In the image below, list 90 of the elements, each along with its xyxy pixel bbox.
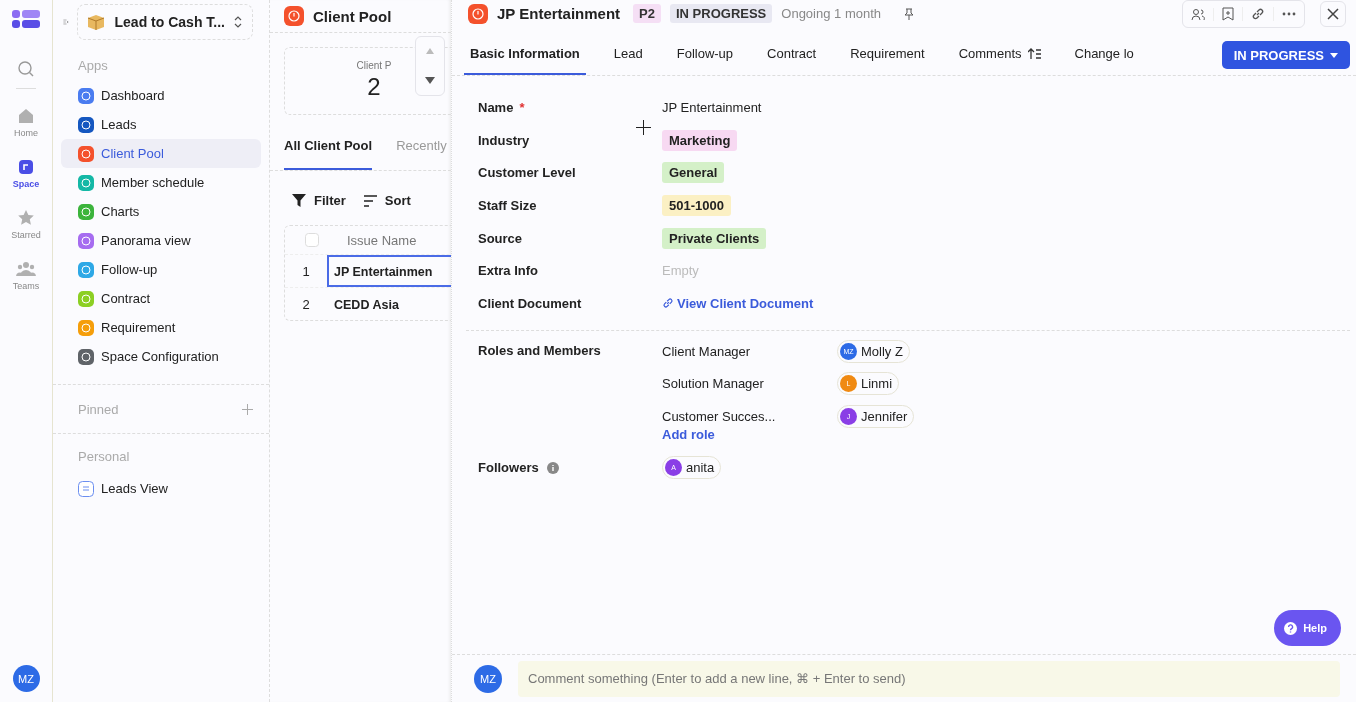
sort-order-icon bbox=[1027, 47, 1041, 60]
app-item[interactable]: Dashboard bbox=[61, 81, 261, 110]
row-number: 1 bbox=[301, 263, 311, 279]
detail-tab[interactable]: Comments bbox=[952, 46, 1047, 75]
column-header: Issue Name bbox=[347, 232, 417, 248]
stat-label: Client P bbox=[356, 60, 392, 71]
close-button[interactable] bbox=[1320, 0, 1346, 27]
rail-item[interactable]: Space bbox=[12, 158, 40, 189]
alert-icon bbox=[284, 6, 304, 26]
app-item[interactable]: Client Pool bbox=[61, 139, 261, 168]
tag[interactable]: 501-1000 bbox=[662, 194, 731, 216]
rail-item[interactable]: Home bbox=[14, 107, 38, 138]
app-item[interactable]: Requirement bbox=[61, 313, 261, 342]
info-icon bbox=[546, 461, 559, 474]
section-heading: Personal bbox=[77, 449, 131, 464]
updown-caret-icon bbox=[234, 16, 242, 28]
required-mark: * bbox=[519, 99, 525, 115]
detail-tab[interactable]: Contract bbox=[761, 46, 823, 75]
user-avatar: MZ bbox=[474, 664, 502, 693]
checkbox[interactable] bbox=[305, 233, 319, 247]
app-item[interactable]: Panorama view bbox=[61, 226, 261, 255]
detail-tab[interactable]: Lead bbox=[607, 46, 649, 75]
panel-title: Client Pool bbox=[313, 7, 392, 25]
app-item[interactable]: Contract bbox=[61, 284, 261, 313]
table-cell[interactable]: JP Entertainmen bbox=[327, 255, 451, 287]
caret-icon bbox=[1330, 52, 1338, 58]
close-icon bbox=[1327, 7, 1339, 20]
alert-icon bbox=[468, 3, 488, 24]
table-cell[interactable]: CEDD Asia bbox=[327, 288, 451, 320]
role-name: Solution Manager bbox=[662, 376, 765, 392]
home-icon bbox=[17, 107, 35, 125]
field-label: Source bbox=[478, 230, 524, 246]
toolbar-button[interactable]: Sort bbox=[363, 193, 411, 208]
app-item[interactable]: Space Configuration bbox=[61, 342, 261, 371]
stat-value: 2 bbox=[367, 73, 381, 101]
tag[interactable]: Private Clients bbox=[662, 227, 767, 249]
view-item[interactable]: Leads View bbox=[61, 474, 261, 503]
detail-tab[interactable]: Basic Information bbox=[464, 46, 586, 75]
comment-field[interactable]: Comment something (Enter to add a new line, ⌘ + Enter to send) bbox=[518, 660, 1340, 697]
detail-tab[interactable]: Requirement bbox=[844, 46, 931, 75]
sort-icon bbox=[363, 194, 377, 207]
link-icon bbox=[662, 297, 674, 310]
role-name: Client Manager bbox=[662, 343, 752, 359]
rail-item[interactable]: Teams bbox=[12, 260, 40, 291]
row-number: 2 bbox=[301, 296, 311, 312]
box-icon bbox=[85, 13, 106, 31]
workspace-selector[interactable]: Lead to Cash T... bbox=[76, 4, 253, 40]
status-badge: IN PROGRESS bbox=[670, 4, 773, 23]
app-item[interactable]: Follow-up bbox=[61, 255, 261, 284]
record-title: JP Entertainment bbox=[497, 5, 621, 22]
tag[interactable]: General bbox=[662, 162, 725, 184]
priority-badge: P2 bbox=[633, 4, 661, 23]
rail-item[interactable]: Starred bbox=[11, 209, 41, 240]
app-item[interactable]: Charts bbox=[61, 197, 261, 226]
star-icon bbox=[17, 209, 35, 227]
section-heading: Apps bbox=[77, 57, 109, 75]
document-link[interactable]: View Client Document bbox=[662, 295, 814, 311]
role-name: Customer Succes... bbox=[662, 408, 777, 424]
field-label: Client Document bbox=[478, 295, 583, 311]
field-label: Customer Level bbox=[478, 165, 577, 181]
add-role-link[interactable]: Add role bbox=[662, 427, 915, 443]
toolbar-button[interactable]: Filter bbox=[292, 193, 346, 208]
search-icon[interactable] bbox=[17, 60, 35, 78]
section-heading: Pinned bbox=[78, 401, 119, 417]
crosshair-cursor-icon bbox=[636, 120, 651, 135]
field-label: Roles and Members bbox=[478, 342, 602, 359]
status-dropdown[interactable]: IN PROGRESS bbox=[1221, 41, 1350, 69]
detail-tab[interactable]: Follow-up bbox=[670, 46, 740, 75]
field-label: Name * bbox=[478, 99, 526, 115]
help-button[interactable]: Help bbox=[1274, 610, 1341, 646]
people-icon bbox=[16, 260, 36, 278]
app-item[interactable]: Leads bbox=[61, 110, 261, 139]
down-arrow-icon[interactable] bbox=[425, 76, 435, 84]
field-label: Staff Size bbox=[478, 197, 538, 213]
app-logo-icon[interactable] bbox=[11, 8, 41, 30]
list-view-icon bbox=[78, 480, 94, 497]
field-label: Industry bbox=[478, 132, 531, 148]
question-icon bbox=[1284, 621, 1298, 635]
field-label: Followers bbox=[478, 460, 662, 476]
pin-icon[interactable] bbox=[904, 7, 915, 20]
user-avatar[interactable]: MZ bbox=[12, 665, 40, 692]
field-value[interactable]: JP Entertainment bbox=[662, 99, 762, 115]
field-label: Extra Info bbox=[478, 263, 539, 279]
app-item[interactable]: Member schedule bbox=[61, 168, 261, 197]
tag[interactable]: Marketing bbox=[662, 129, 738, 151]
view-tab[interactable]: All Client Pool bbox=[284, 138, 373, 170]
duration-text: Ongoing 1 month bbox=[781, 6, 882, 21]
detail-tab[interactable]: Change lo bbox=[1068, 46, 1140, 75]
filter-icon bbox=[292, 194, 306, 207]
space-icon bbox=[17, 158, 35, 176]
